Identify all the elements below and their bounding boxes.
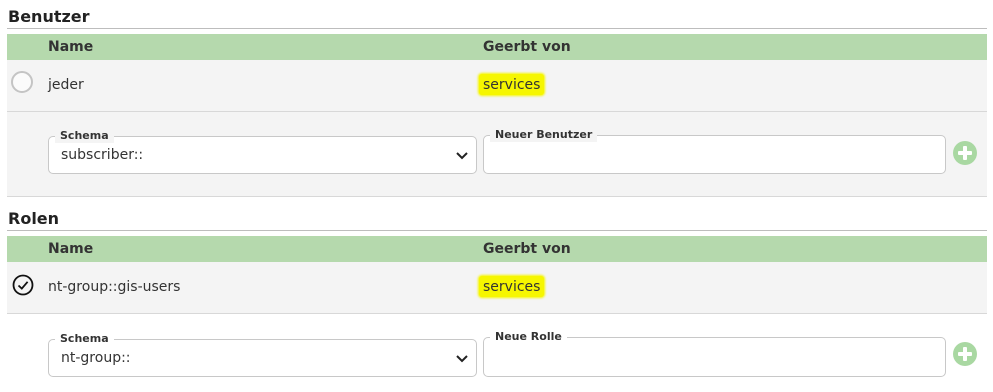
users-table-row[interactable]: jeder services (7, 60, 987, 112)
users-section-rule (7, 28, 987, 29)
roles-schema-fieldset: Schema nt-group:: (48, 332, 477, 377)
new-user-label: Neuer Benutzer (490, 128, 598, 142)
chevron-down-icon (456, 152, 468, 160)
roles-header-inherited-from: Geerbt von (483, 241, 571, 257)
new-user-input[interactable] (492, 145, 937, 166)
plus-circle-icon[interactable] (953, 342, 977, 366)
users-schema-label: Schema (55, 129, 114, 143)
chevron-down-icon (456, 355, 468, 363)
new-role-input[interactable] (492, 347, 937, 368)
users-add-form: Schema subscriber:: Neuer Benutzer (7, 112, 987, 197)
users-schema-select[interactable]: subscriber:: (55, 146, 470, 166)
roles-section-title: Rolen (8, 209, 60, 228)
roles-table-row[interactable]: nt-group::gis-users services (7, 262, 987, 314)
users-schema-value: subscriber:: (61, 147, 144, 163)
roles-table-header: Name Geerbt von (7, 236, 987, 262)
users-schema-fieldset: Schema subscriber:: (48, 129, 477, 174)
users-header-name: Name (48, 39, 94, 55)
circle-outline-icon[interactable] (11, 71, 33, 93)
users-header-inherited-from: Geerbt von (483, 39, 571, 55)
user-name-cell: jeder (48, 77, 84, 93)
role-inherited-from-cell: services (479, 276, 545, 297)
new-role-fieldset: Neue Rolle (483, 330, 946, 377)
roles-header-name: Name (48, 241, 94, 257)
role-name-cell: nt-group::gis-users (48, 279, 181, 295)
users-section-title: Benutzer (8, 7, 90, 26)
plus-circle-icon[interactable] (953, 141, 977, 165)
roles-schema-value: nt-group:: (61, 350, 131, 366)
check-circle-icon[interactable] (12, 274, 34, 296)
users-table-header: Name Geerbt von (7, 34, 987, 60)
new-user-fieldset: Neuer Benutzer (483, 128, 946, 174)
user-inherited-from-cell: services (479, 74, 545, 95)
roles-add-form: Schema nt-group:: Neue Rolle (7, 314, 987, 392)
roles-section-rule (7, 230, 987, 231)
roles-schema-label: Schema (55, 332, 114, 346)
roles-schema-select[interactable]: nt-group:: (55, 349, 470, 369)
new-role-label: Neue Rolle (490, 330, 567, 344)
